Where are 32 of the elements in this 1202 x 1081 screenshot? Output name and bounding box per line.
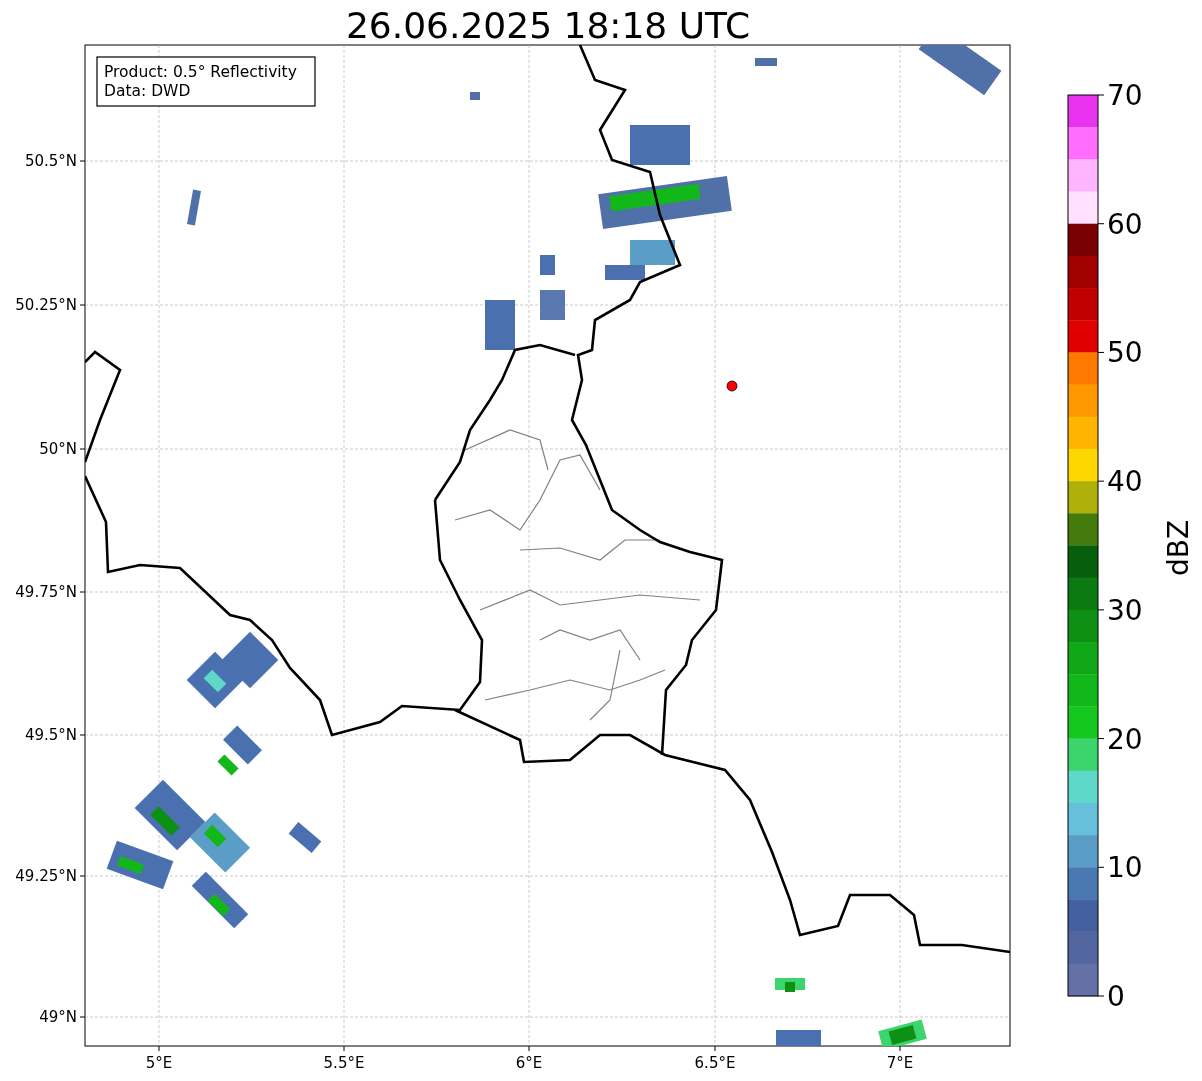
longitude-label: 7°E — [886, 1054, 914, 1072]
latitude-label: 50°N — [39, 440, 77, 458]
colorbar-tick-label: 60 — [1107, 207, 1143, 241]
colorbar-tick-label: 40 — [1107, 465, 1143, 499]
tick-mark — [1097, 738, 1105, 740]
latitude-label: 50.25°N — [15, 296, 77, 314]
colorbar-tick-label: 50 — [1107, 336, 1143, 370]
latitude-label: 49°N — [39, 1008, 77, 1026]
colorbar-tick-label: 30 — [1107, 593, 1143, 627]
colorbar-tick-label: 20 — [1107, 722, 1143, 756]
tick-mark — [1097, 223, 1105, 225]
longitude-label: 6.5°E — [694, 1054, 736, 1072]
chart-title: 26.06.2025 18:18 UTC — [345, 5, 751, 46]
colorbar-tick-label: 0 — [1107, 980, 1125, 1013]
tick-mark — [1097, 94, 1105, 96]
tick-mark — [1097, 351, 1105, 353]
tick-mark — [1097, 995, 1105, 997]
tick-mark — [1097, 866, 1105, 868]
longitude-label: 5.5°E — [323, 1054, 365, 1072]
tick-mark — [1097, 480, 1105, 482]
latitude-label: 49.5°N — [24, 726, 77, 744]
colorbar-tick-label: 70 — [1107, 79, 1143, 112]
tick-mark — [1097, 609, 1105, 611]
latitude-label: 49.75°N — [15, 583, 77, 601]
colorbar-tick-label: 10 — [1107, 851, 1143, 885]
latitude-label: 49.25°N — [15, 867, 77, 885]
latitude-label: 50.5°N — [24, 152, 77, 170]
longitude-label: 6°E — [515, 1054, 543, 1072]
longitude-label: 5°E — [145, 1054, 173, 1072]
colorbar-label: dBZ — [1162, 519, 1195, 577]
info-text: Product: 0.5° Reflectivity — [104, 63, 297, 81]
info-text: Data: DWD — [104, 82, 191, 100]
